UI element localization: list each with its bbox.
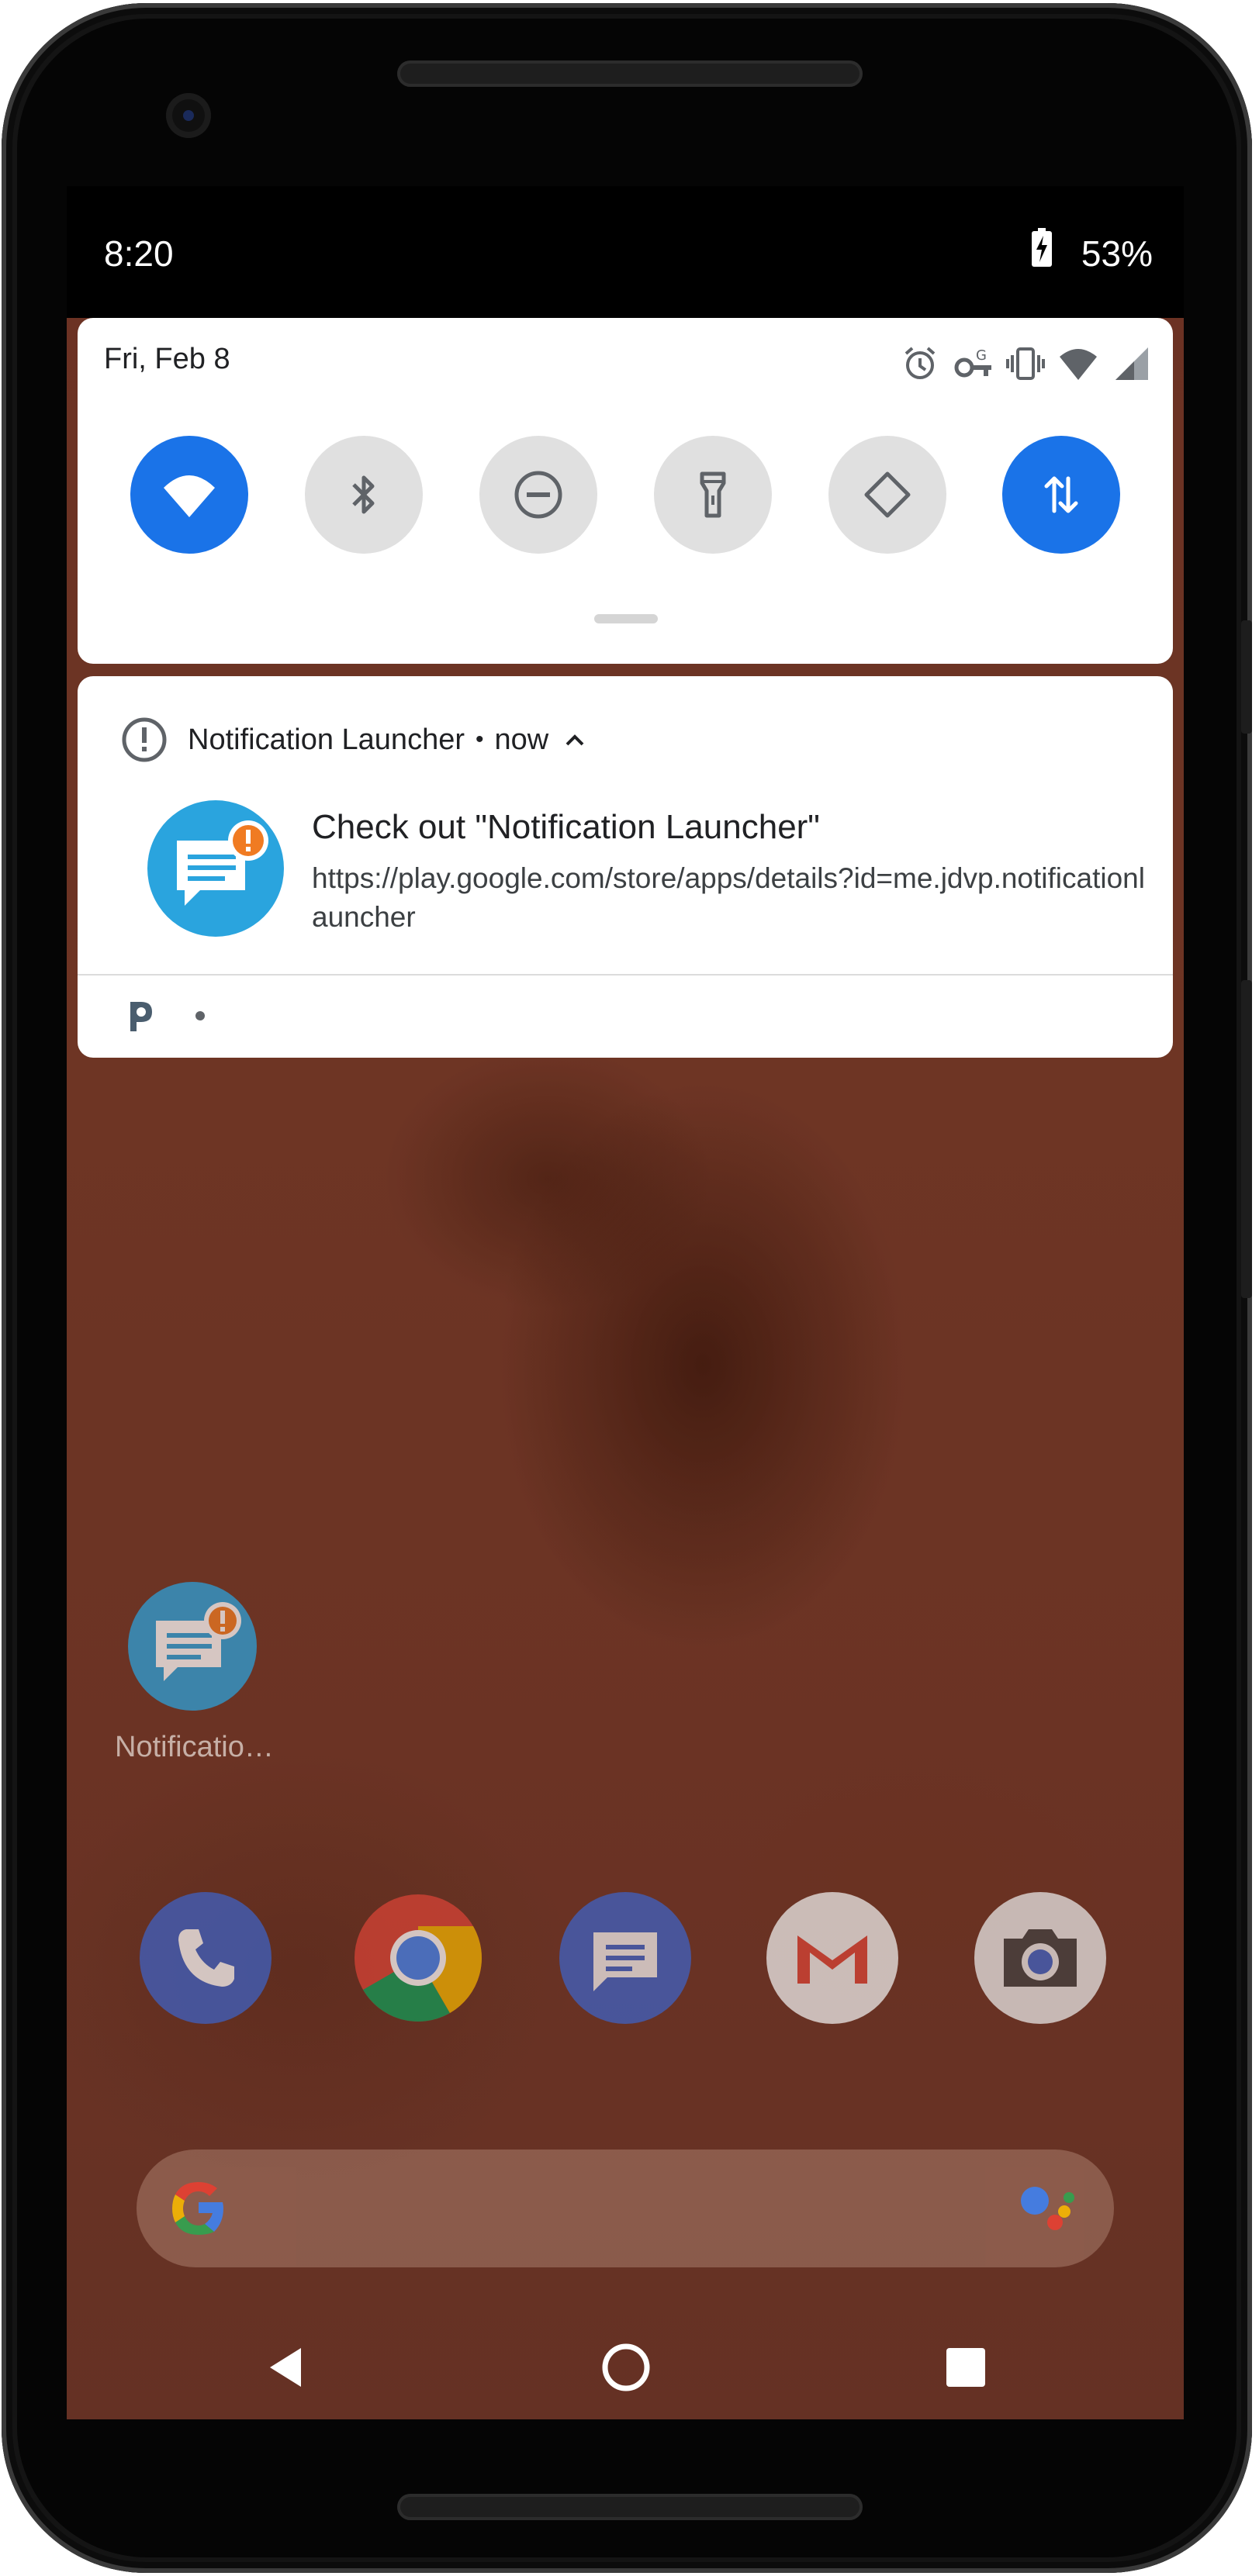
google-g-icon — [172, 2182, 223, 2235]
dock-camera[interactable] — [974, 1892, 1106, 2024]
chrome-icon — [355, 1894, 482, 2022]
home-app-notification-launcher[interactable]: Notificatio… — [115, 1582, 270, 1764]
mobile-data-tile[interactable] — [1002, 436, 1120, 554]
battery-charging-icon — [1032, 228, 1052, 267]
earpiece-speaker — [397, 60, 863, 87]
do-not-disturb-icon — [514, 471, 562, 519]
bluetooth-icon — [352, 475, 375, 514]
dock-messages[interactable] — [559, 1892, 691, 2024]
do-not-disturb-tile[interactable] — [479, 436, 597, 554]
bottom-speaker — [397, 2494, 863, 2520]
status-time: 8:20 — [104, 233, 174, 274]
screen: 8:20 53% Fri, Feb 8 G Notification Launc… — [67, 186, 1184, 2419]
auto-rotate-icon — [864, 471, 911, 518]
dock-phone[interactable] — [140, 1892, 272, 2024]
home-app-label: Notificatio… — [115, 1731, 270, 1763]
notification-app-name: Notification Launcher — [188, 723, 465, 756]
notification-time: now — [494, 723, 549, 756]
quick-settings-drag-handle[interactable] — [594, 614, 658, 623]
camera-icon — [974, 1892, 1106, 2024]
status-icons: G — [900, 344, 1151, 383]
phone-icon — [140, 1892, 272, 2024]
battery-percent: 53% — [1081, 233, 1153, 274]
flashlight-tile[interactable] — [654, 436, 772, 554]
volume-button — [1241, 980, 1252, 1298]
wifi-icon — [164, 475, 215, 517]
quick-settings-tiles — [78, 436, 1173, 560]
vpn-key-icon: G — [953, 344, 993, 383]
notification-text: https://play.google.com/store/apps/detai… — [312, 862, 1145, 933]
cell-signal-icon — [1111, 344, 1151, 383]
svg-text:G: G — [976, 347, 987, 364]
chevron-up-icon[interactable] — [562, 727, 587, 752]
notification-footer-dot — [195, 1011, 205, 1020]
navigation-bar — [67, 2311, 1184, 2419]
notification-launcher-icon — [128, 1582, 257, 1711]
mobile-data-icon — [1044, 476, 1078, 513]
notification-separator: • — [476, 727, 484, 752]
status-bar: 8:20 53% — [67, 186, 1184, 318]
alert-circle-icon — [122, 717, 167, 762]
power-button — [1241, 620, 1252, 734]
dock — [67, 1892, 1184, 2032]
auto-rotate-tile[interactable] — [828, 436, 946, 554]
recents-icon[interactable] — [939, 2340, 993, 2395]
home-icon[interactable] — [599, 2340, 653, 2395]
google-search-bar[interactable] — [137, 2150, 1114, 2267]
notification-card[interactable]: Notification Launcher • now Check out "N… — [78, 676, 1173, 1058]
notification-divider — [78, 974, 1173, 975]
bluetooth-tile[interactable] — [305, 436, 423, 554]
assistant-icon[interactable] — [1018, 2182, 1080, 2235]
notification-header: Notification Launcher • now — [121, 717, 587, 763]
quick-settings-panel: Fri, Feb 8 G — [78, 318, 1173, 664]
pushbullet-icon — [130, 1002, 152, 1031]
back-icon[interactable] — [261, 2340, 315, 2395]
dock-gmail[interactable] — [766, 1892, 898, 2024]
date-label: Fri, Feb 8 — [104, 343, 230, 375]
notification-launcher-icon — [147, 800, 284, 937]
vibrate-icon — [1005, 344, 1046, 383]
wifi-signal-icon — [1058, 344, 1098, 383]
front-camera — [166, 93, 211, 138]
gmail-icon — [766, 1892, 898, 2024]
alarm-icon — [900, 344, 940, 383]
messages-icon — [559, 1892, 691, 2024]
notification-title: Check out "Notification Launcher" — [312, 808, 820, 846]
wifi-tile[interactable] — [130, 436, 248, 554]
flashlight-icon — [700, 471, 726, 518]
dock-chrome[interactable] — [352, 1892, 484, 2024]
